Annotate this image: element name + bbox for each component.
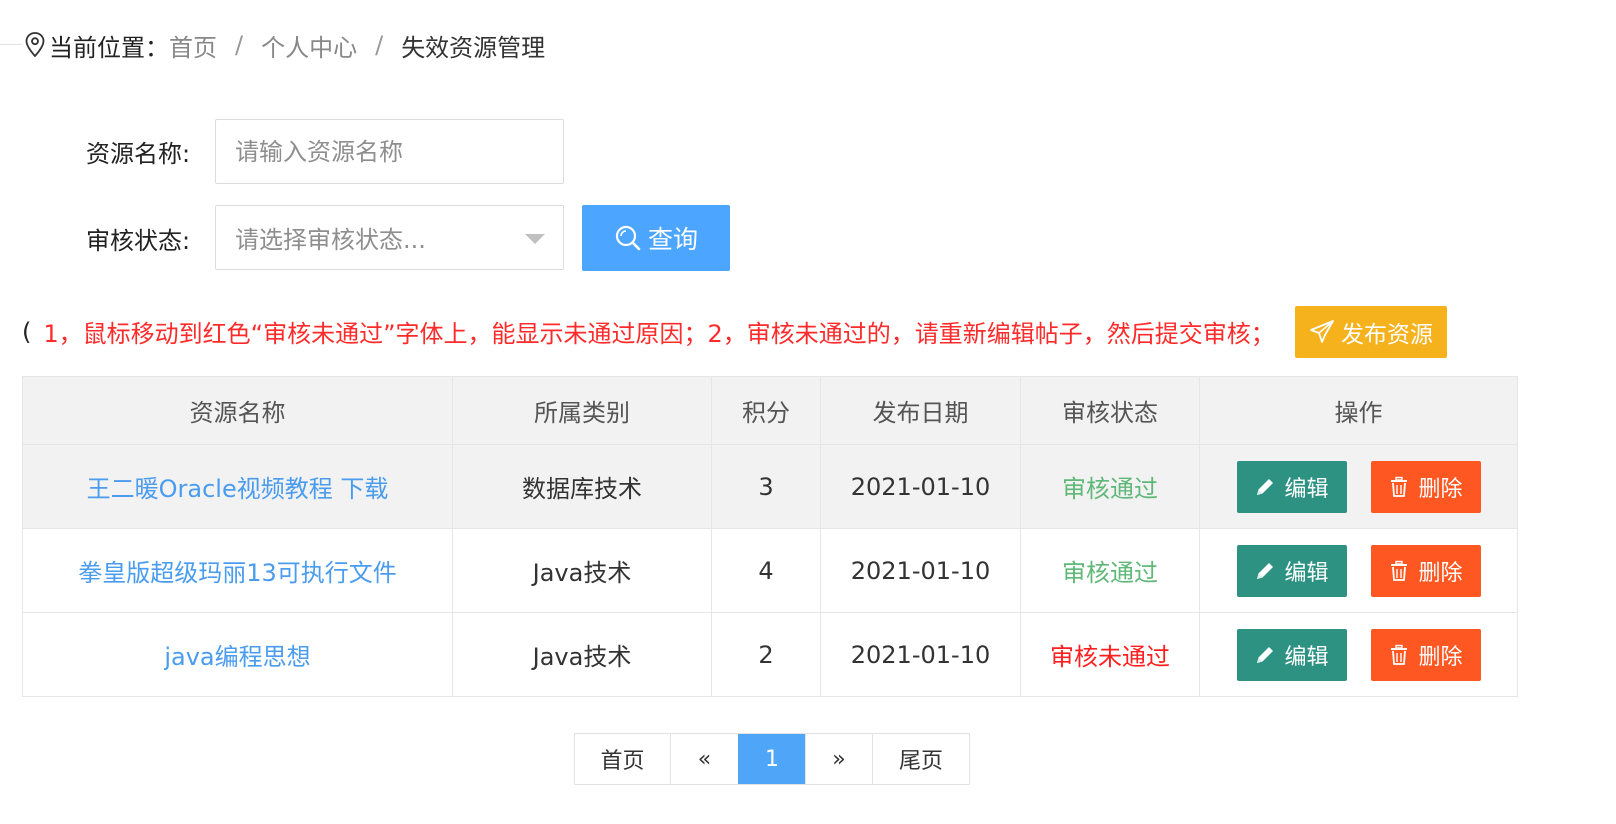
breadcrumb-rule (0, 44, 22, 45)
column-header-date: 发布日期 (820, 376, 1021, 445)
publish-resource-label: 发布资源 (1341, 322, 1433, 348)
resource-link[interactable]: 王二暖Oracle视频教程 下载 (87, 475, 389, 503)
cell-actions: 编辑 删除 (1199, 528, 1518, 613)
breadcrumb-separator: / (375, 31, 384, 59)
cell-category: Java技术 (452, 612, 712, 697)
edit-button[interactable]: 编辑 (1236, 544, 1347, 597)
cell-status: 审核通过 (1020, 444, 1200, 529)
column-header-actions: 操作 (1199, 376, 1518, 445)
cell-points: 4 (711, 528, 821, 613)
resource-name-label: 资源名称: (86, 140, 191, 168)
column-header-points: 积分 (711, 376, 821, 445)
publish-resource-button[interactable]: 发布资源 (1295, 306, 1447, 358)
edit-button-label: 编辑 (1284, 560, 1329, 586)
delete-button[interactable]: 删除 (1370, 460, 1481, 513)
column-header-status: 审核状态 (1020, 376, 1200, 445)
breadcrumb-current-page: 失效资源管理 (401, 33, 546, 62)
breadcrumb-home-link[interactable]: 首页 (169, 28, 217, 63)
cell-date: 2021-01-10 (820, 444, 1021, 529)
resource-table: 资源名称 所属类别 积分 发布日期 审核状态 操作 王二暖Oracle视频教程 … (22, 376, 1518, 697)
status-text: 审核未通过 (1050, 643, 1170, 671)
pagination-next[interactable]: » (805, 734, 872, 784)
pagination-last[interactable]: 尾页 (872, 734, 969, 784)
pagination-page-current[interactable]: 1 (738, 734, 805, 784)
review-status-label: 审核状态: (86, 227, 191, 255)
resource-name-input[interactable] (215, 119, 564, 184)
breadcrumb-prefix: 当前位置： (49, 33, 169, 62)
cell-points: 3 (711, 444, 821, 529)
search-icon (615, 225, 641, 251)
delete-button-label: 删除 (1418, 476, 1463, 502)
trash-icon (1391, 644, 1408, 665)
table-row: java编程思想 Java技术 2 2021-01-10 审核未通过 编辑 删除 (22, 612, 1518, 697)
cell-date: 2021-01-10 (820, 612, 1021, 697)
query-button-label: 查询 (647, 225, 698, 254)
notice-message: 1，鼠标移动到红色“审核未通过”字体上，能显示未通过原因；2，审核未通过的，请重… (43, 320, 1275, 348)
column-header-name: 资源名称 (22, 376, 453, 445)
delete-button-label: 删除 (1418, 644, 1463, 670)
paper-plane-icon (1310, 320, 1334, 343)
cell-name: 拳皇版超级玛丽13可执行文件 (22, 528, 453, 613)
delete-button[interactable]: 删除 (1370, 628, 1481, 681)
notice-text: ( 1，鼠标移动到红色“审核未通过”字体上，能显示未通过原因；2，审核未通过的，… (22, 314, 1308, 349)
cell-category: Java技术 (452, 528, 712, 613)
table-row: 拳皇版超级玛丽13可执行文件 Java技术 4 2021-01-10 审核通过 … (22, 528, 1518, 613)
table-row: 王二暖Oracle视频教程 下载 数据库技术 3 2021-01-10 审核通过… (22, 444, 1518, 529)
cell-date: 2021-01-10 (820, 528, 1021, 613)
cell-points: 2 (711, 612, 821, 697)
pencil-icon (1257, 562, 1274, 579)
cell-status: 审核未通过 (1020, 612, 1200, 697)
column-header-category: 所属类别 (452, 376, 712, 445)
cell-category: 数据库技术 (452, 444, 712, 529)
trash-icon (1391, 476, 1408, 497)
notice-open-paren: ( (22, 317, 32, 346)
query-button[interactable]: 查询 (582, 205, 730, 271)
chevron-down-icon (525, 234, 545, 244)
review-status-select[interactable]: 请选择审核状态... (215, 205, 564, 270)
status-text: 审核通过 (1062, 475, 1158, 503)
cell-status: 审核通过 (1020, 528, 1200, 613)
pagination-prev[interactable]: « (670, 734, 738, 784)
breadcrumb-personal-center-link[interactable]: 个人中心 (261, 28, 357, 63)
delete-button[interactable]: 删除 (1370, 544, 1481, 597)
resource-link[interactable]: 拳皇版超级玛丽13可执行文件 (78, 559, 397, 587)
table-header-row: 资源名称 所属类别 积分 发布日期 审核状态 操作 (22, 376, 1518, 445)
cell-actions: 编辑 删除 (1199, 612, 1518, 697)
breadcrumb: 当前位置： 首页 / 个人中心 / 失效资源管理 (23, 28, 545, 62)
review-status-placeholder: 请选择审核状态... (235, 226, 426, 254)
location-pin-icon (25, 32, 45, 58)
trash-icon (1391, 560, 1408, 581)
edit-button-label: 编辑 (1284, 476, 1329, 502)
status-text: 审核通过 (1062, 559, 1158, 587)
cell-name: 王二暖Oracle视频教程 下载 (22, 444, 453, 529)
pencil-icon (1257, 478, 1274, 495)
edit-button[interactable]: 编辑 (1236, 628, 1347, 681)
breadcrumb-separator: / (235, 31, 244, 59)
delete-button-label: 删除 (1418, 560, 1463, 586)
pencil-icon (1257, 646, 1274, 663)
cell-actions: 编辑 删除 (1199, 444, 1518, 529)
edit-button-label: 编辑 (1284, 644, 1329, 670)
cell-name: java编程思想 (22, 612, 453, 697)
pagination: 首页 « 1 » 尾页 (574, 733, 970, 785)
edit-button[interactable]: 编辑 (1236, 460, 1347, 513)
resource-link[interactable]: java编程思想 (164, 643, 310, 671)
pagination-first[interactable]: 首页 (575, 734, 670, 784)
